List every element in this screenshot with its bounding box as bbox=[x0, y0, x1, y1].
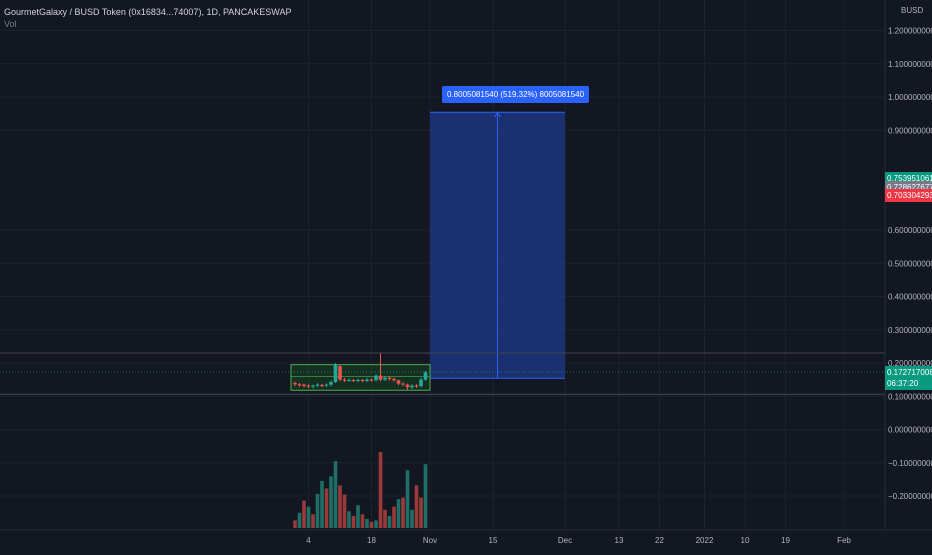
candle-body bbox=[347, 379, 351, 381]
candle-body bbox=[383, 377, 387, 380]
price-tick-label: −0.1000000000 bbox=[888, 459, 932, 468]
time-tick-label: 4 bbox=[306, 536, 311, 545]
time-tick-label: 19 bbox=[781, 536, 790, 545]
candle-body bbox=[410, 385, 414, 388]
volume-bar bbox=[387, 515, 392, 528]
price-tick-label: −0.2000000000 bbox=[888, 492, 932, 501]
measure-label: 0.8005081540 (519.32%) 8005081540 bbox=[442, 86, 590, 103]
candle-body bbox=[356, 379, 360, 381]
price-tick-label: 1.2000000000 bbox=[888, 27, 932, 36]
price-tick-label: 0.4000000000 bbox=[888, 293, 932, 302]
candle-body bbox=[297, 384, 302, 386]
last-price-value: 0.1727170084 bbox=[887, 368, 932, 378]
volume-bar bbox=[351, 515, 356, 528]
candle-body bbox=[311, 385, 315, 387]
chart-header: GourmetGalaxy / BUSD Token (0x16834...74… bbox=[4, 6, 291, 30]
time-tick-label: Dec bbox=[558, 536, 572, 545]
price-tick-label: 1.0000000000 bbox=[888, 93, 932, 102]
price-tick-label: 0.3000000000 bbox=[888, 326, 932, 335]
volume-bar bbox=[315, 493, 320, 528]
candle-body bbox=[342, 379, 347, 381]
price-tick-label: 0.9000000000 bbox=[888, 126, 932, 135]
candle-body bbox=[365, 379, 369, 381]
volume-bar bbox=[297, 512, 302, 528]
volume-bar bbox=[333, 461, 338, 528]
price-tick-label: 0.5000000000 bbox=[888, 259, 932, 268]
volume-bar bbox=[378, 452, 383, 528]
last-price-badge: 0.1727170084 06:37:20 bbox=[885, 366, 932, 391]
price-range-measure[interactable] bbox=[430, 111, 565, 379]
price-tick-label: 0.0000000000 bbox=[888, 426, 932, 435]
volume-bar bbox=[396, 499, 401, 528]
price-tick-label: 1.1000000000 bbox=[888, 60, 932, 69]
time-tick-label: 13 bbox=[615, 536, 624, 545]
price-axis[interactable]: 1.2000000000 1.1000000000 1.0000000000 0.90… bbox=[888, 27, 932, 502]
volume-bar bbox=[423, 464, 428, 528]
candle-body bbox=[369, 379, 374, 381]
volume-bar bbox=[410, 509, 414, 528]
volume-indicator-label[interactable]: Vol bbox=[4, 18, 291, 30]
candle-body bbox=[293, 382, 297, 385]
candle-body bbox=[320, 384, 324, 386]
volume-bar bbox=[347, 511, 351, 528]
candle-body bbox=[414, 385, 419, 387]
time-tick-label: Feb bbox=[837, 536, 851, 545]
time-tick-label: 10 bbox=[741, 536, 750, 545]
volume-bar bbox=[419, 497, 423, 528]
volume-bar bbox=[401, 497, 405, 528]
candle-body bbox=[419, 379, 423, 387]
symbol-title[interactable]: GourmetGalaxy / BUSD Token (0x16834...74… bbox=[4, 6, 291, 18]
time-tick-label: 18 bbox=[367, 536, 376, 545]
candle-body bbox=[387, 377, 392, 379]
candle-body bbox=[302, 384, 306, 386]
price-tick-label: 0.6000000000 bbox=[888, 226, 932, 235]
time-tick-label: Nov bbox=[423, 536, 437, 545]
candle-body bbox=[374, 375, 378, 381]
volume-bar bbox=[293, 520, 297, 528]
candle-body bbox=[423, 372, 428, 380]
candle-body bbox=[401, 383, 405, 385]
price-badge: 0.7033042933 bbox=[885, 189, 932, 203]
volume-bar bbox=[302, 500, 306, 528]
volume-bar bbox=[360, 514, 365, 528]
bar-countdown: 06:37:20 bbox=[887, 379, 919, 389]
candle-body bbox=[360, 379, 365, 381]
candle-body bbox=[392, 378, 396, 381]
volume-bar bbox=[405, 470, 410, 528]
volume-bar bbox=[342, 494, 347, 528]
chart-pane[interactable]: 1.2000000000 1.1000000000 1.0000000000 0.90… bbox=[0, 0, 932, 550]
time-tick-label: 22 bbox=[655, 536, 664, 545]
candle-body bbox=[306, 385, 311, 387]
candle-body bbox=[338, 366, 342, 380]
volume-bar bbox=[320, 480, 324, 528]
candle-body bbox=[378, 375, 383, 380]
candle-body bbox=[396, 380, 401, 384]
volume-bar bbox=[365, 518, 369, 528]
price-tick-label: 0.1000000000 bbox=[888, 392, 932, 401]
volume-bar bbox=[392, 506, 396, 528]
candle-body bbox=[315, 384, 320, 386]
currency-label: BUSD bbox=[901, 6, 924, 15]
chart-canvas[interactable]: 1.2000000000 1.1000000000 1.0000000000 0.90… bbox=[0, 0, 932, 550]
volume-bar bbox=[356, 505, 360, 528]
volume-bar bbox=[324, 488, 329, 528]
time-axis[interactable]: 4 18 Nov 15 Dec 13 22 2022 10 19 Feb bbox=[306, 536, 851, 545]
volume-bar bbox=[369, 521, 374, 528]
candle-body bbox=[351, 379, 356, 381]
volume-bar bbox=[338, 485, 342, 528]
volume-bar bbox=[414, 485, 419, 528]
candle-body bbox=[324, 384, 329, 386]
candle-body bbox=[333, 364, 338, 382]
candle-body bbox=[405, 384, 410, 388]
candle-body bbox=[329, 381, 333, 385]
volume-bar bbox=[311, 514, 315, 528]
volume-bar bbox=[306, 506, 311, 528]
volume-bar bbox=[383, 509, 387, 528]
volume-bar bbox=[374, 520, 378, 528]
time-tick-label: 2022 bbox=[696, 536, 714, 545]
volume-bar bbox=[329, 476, 333, 528]
time-tick-label: 15 bbox=[489, 536, 498, 545]
